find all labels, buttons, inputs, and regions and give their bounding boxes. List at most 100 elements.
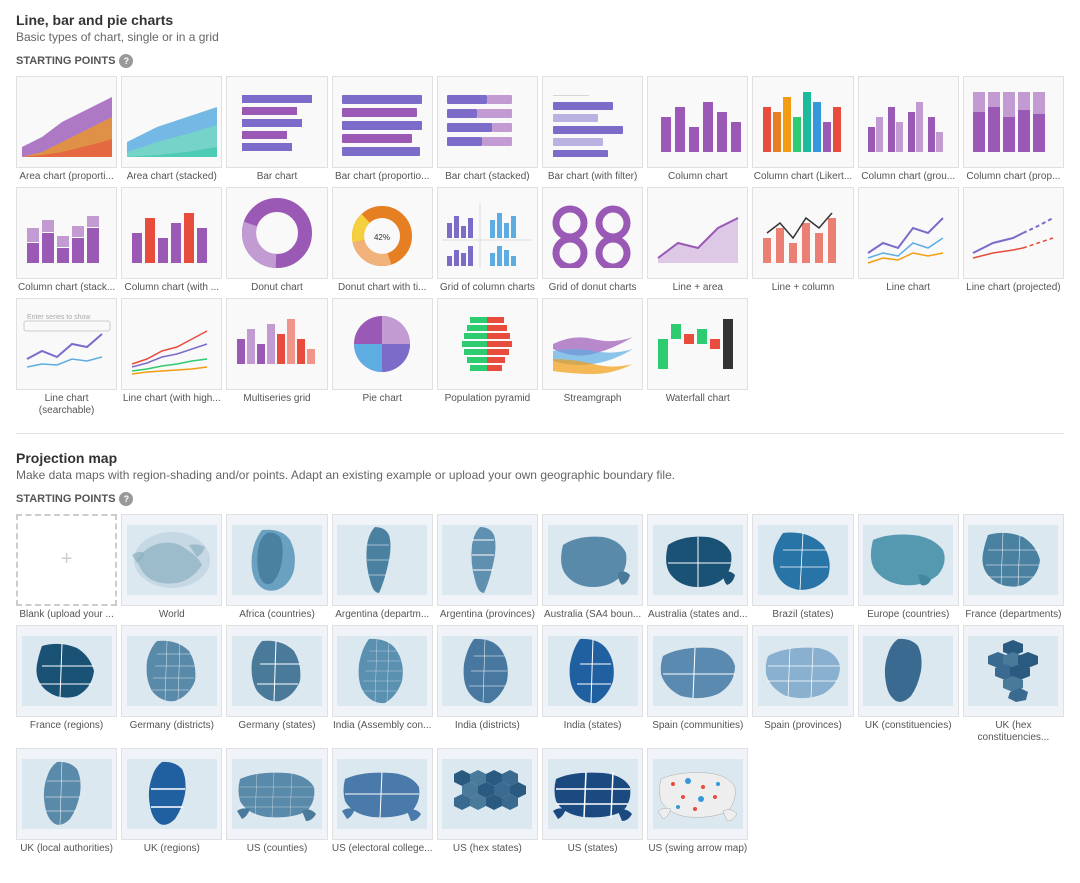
map-item-us-electoral[interactable]: US (electoral college... bbox=[332, 748, 433, 855]
chart-item-area-stacked[interactable]: Area chart (stacked) bbox=[121, 76, 222, 183]
map-item-europe[interactable]: Europe (countries) bbox=[858, 514, 959, 621]
map-thumb-blank: + bbox=[16, 514, 117, 606]
map-label-argentina-prov: Argentina (provinces) bbox=[437, 609, 538, 621]
chart-item-grid-column[interactable]: Grid of column charts bbox=[437, 187, 538, 294]
chart-label-line-searchable: Line chart (searchable) bbox=[16, 393, 117, 417]
chart-item-line-projected[interactable]: Line chart (projected) bbox=[963, 187, 1064, 294]
map-item-spain-provinces[interactable]: Spain (provinces) bbox=[752, 625, 853, 744]
map-thumb-spain-provinces bbox=[752, 625, 853, 717]
map-label-india-states: India (states) bbox=[542, 720, 643, 732]
chart-item-pie-chart[interactable]: Pie chart bbox=[332, 298, 433, 417]
map-label-germany-states: Germany (states) bbox=[226, 720, 327, 732]
map-item-australia-sa4[interactable]: Australia (SA4 boun... bbox=[542, 514, 643, 621]
chart-item-bar-stacked[interactable]: Bar chart (stacked) bbox=[437, 76, 538, 183]
map-thumb-uk-const bbox=[858, 625, 959, 717]
map-label-australia-sa4: Australia (SA4 boun... bbox=[542, 609, 643, 621]
chart-item-line-column[interactable]: Line + column bbox=[752, 187, 853, 294]
map-thumb-india-assembly bbox=[332, 625, 433, 717]
chart-thumb-streamgraph bbox=[542, 298, 643, 390]
chart-item-donut-chart[interactable]: Donut chart bbox=[226, 187, 327, 294]
map-label-us-electoral: US (electoral college... bbox=[332, 843, 433, 855]
chart-item-grid-donut[interactable]: Grid of donut charts bbox=[542, 187, 643, 294]
chart-thumb-bar-chart bbox=[226, 76, 327, 168]
map-item-india-assembly[interactable]: India (Assembly con... bbox=[332, 625, 433, 744]
chart-item-line-high[interactable]: Line chart (with high... bbox=[121, 298, 222, 417]
chart-label-line-column: Line + column bbox=[752, 282, 853, 294]
maps-grid: + Blank (upload your ... World bbox=[16, 514, 1064, 855]
chart-item-column-chart[interactable]: Column chart bbox=[647, 76, 748, 183]
chart-item-column-with[interactable]: Column chart (with ... bbox=[121, 187, 222, 294]
map-item-spain-communities[interactable]: Spain (communities) bbox=[647, 625, 748, 744]
chart-label-bar-stacked: Bar chart (stacked) bbox=[437, 171, 538, 183]
chart-thumb-area-stacked bbox=[121, 76, 222, 168]
chart-label-column-group: Column chart (grou... bbox=[858, 171, 959, 183]
section-divider bbox=[16, 433, 1064, 434]
map-thumb-uk-regions bbox=[121, 748, 222, 840]
map-item-uk-const[interactable]: UK (constituencies) bbox=[858, 625, 959, 744]
chart-item-population[interactable]: Population pyramid bbox=[437, 298, 538, 417]
chart-item-column-prop[interactable]: Column chart (prop... bbox=[963, 76, 1064, 183]
chart-thumb-grid-donut bbox=[542, 187, 643, 279]
chart-item-column-likert[interactable]: Column chart (Likert... bbox=[752, 76, 853, 183]
map-item-uk-regions[interactable]: UK (regions) bbox=[121, 748, 222, 855]
map-label-france-regions: France (regions) bbox=[16, 720, 117, 732]
svg-text:——————: —————— bbox=[553, 93, 589, 99]
map-thumb-germany-dist bbox=[121, 625, 222, 717]
chart-label-grid-column: Grid of column charts bbox=[437, 282, 538, 294]
chart-item-column-stack[interactable]: Column chart (stack... bbox=[16, 187, 117, 294]
maps-starting-label: STARTING POINTS ? bbox=[16, 492, 1064, 506]
chart-item-waterfall[interactable]: Waterfall chart bbox=[647, 298, 748, 417]
map-item-africa[interactable]: Africa (countries) bbox=[226, 514, 327, 621]
map-item-us-swing[interactable]: US (swing arrow map) bbox=[647, 748, 748, 855]
map-item-us-states[interactable]: US (states) bbox=[542, 748, 643, 855]
chart-item-line-searchable[interactable]: Enter series to show Line chart (searcha… bbox=[16, 298, 117, 417]
chart-label-donut-chart: Donut chart bbox=[226, 282, 327, 294]
map-item-germany-states[interactable]: Germany (states) bbox=[226, 625, 327, 744]
map-item-us-counties[interactable]: US (counties) bbox=[226, 748, 327, 855]
map-item-australia-states[interactable]: Australia (states and... bbox=[647, 514, 748, 621]
chart-item-streamgraph[interactable]: Streamgraph bbox=[542, 298, 643, 417]
map-item-world[interactable]: World bbox=[121, 514, 222, 621]
chart-item-bar-proportional[interactable]: Bar chart (proportio... bbox=[332, 76, 433, 183]
map-item-germany-dist[interactable]: Germany (districts) bbox=[121, 625, 222, 744]
svg-text:Enter series to show: Enter series to show bbox=[27, 314, 91, 321]
map-thumb-india-districts bbox=[437, 625, 538, 717]
charts-help-icon[interactable]: ? bbox=[119, 54, 133, 68]
map-item-brazil[interactable]: Brazil (states) bbox=[752, 514, 853, 621]
chart-label-area-stacked: Area chart (stacked) bbox=[121, 171, 222, 183]
map-thumb-australia-sa4 bbox=[542, 514, 643, 606]
map-label-uk-regions: UK (regions) bbox=[121, 843, 222, 855]
map-label-us-hex: US (hex states) bbox=[437, 843, 538, 855]
map-item-us-hex[interactable]: US (hex states) bbox=[437, 748, 538, 855]
map-item-france-dept[interactable]: France (departments) bbox=[963, 514, 1064, 621]
chart-thumb-line-high bbox=[121, 298, 222, 390]
maps-help-icon[interactable]: ? bbox=[119, 492, 133, 506]
map-thumb-us-states bbox=[542, 748, 643, 840]
map-thumb-france-regions bbox=[16, 625, 117, 717]
chart-label-multiseries: Multiseries grid bbox=[226, 393, 327, 405]
charts-grid: Area chart (proporti... Area chart (stac… bbox=[16, 76, 1064, 417]
map-label-us-counties: US (counties) bbox=[226, 843, 327, 855]
chart-thumb-pie-chart bbox=[332, 298, 433, 390]
chart-item-multiseries[interactable]: Multiseries grid bbox=[226, 298, 327, 417]
chart-item-donut-title[interactable]: 42% Donut chart with ti... bbox=[332, 187, 433, 294]
chart-item-area-proportional[interactable]: Area chart (proporti... bbox=[16, 76, 117, 183]
map-label-india-assembly: India (Assembly con... bbox=[332, 720, 433, 732]
map-item-uk-hex-const[interactable]: UK (hex constituencies... bbox=[963, 625, 1064, 744]
charts-starting-label: STARTING POINTS ? bbox=[16, 54, 1064, 68]
map-item-uk-local[interactable]: UK (local authorities) bbox=[16, 748, 117, 855]
map-item-india-states[interactable]: India (states) bbox=[542, 625, 643, 744]
map-item-france-regions[interactable]: France (regions) bbox=[16, 625, 117, 744]
map-item-blank[interactable]: + Blank (upload your ... bbox=[16, 514, 117, 621]
chart-item-bar-filter[interactable]: —————— Bar chart (with filter) bbox=[542, 76, 643, 183]
chart-item-line-area[interactable]: Line + area bbox=[647, 187, 748, 294]
map-item-argentina-dept[interactable]: Argentina (departm... bbox=[332, 514, 433, 621]
chart-label-bar-proportional: Bar chart (proportio... bbox=[332, 171, 433, 183]
chart-item-column-group[interactable]: Column chart (grou... bbox=[858, 76, 959, 183]
chart-item-line-chart[interactable]: Line chart bbox=[858, 187, 959, 294]
map-item-india-districts[interactable]: India (districts) bbox=[437, 625, 538, 744]
chart-item-bar-chart[interactable]: Bar chart bbox=[226, 76, 327, 183]
map-item-argentina-prov[interactable]: Argentina (provinces) bbox=[437, 514, 538, 621]
map-label-argentina-dept: Argentina (departm... bbox=[332, 609, 433, 621]
chart-thumb-column-group bbox=[858, 76, 959, 168]
